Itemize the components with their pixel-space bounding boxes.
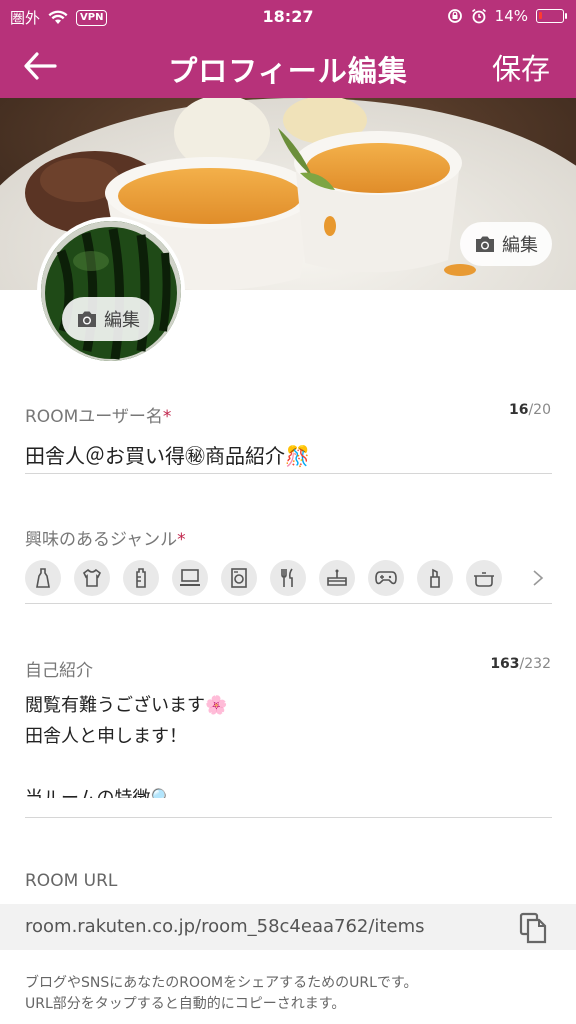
genre-label: 興味のあるジャンル* — [25, 530, 186, 550]
cake-icon — [327, 569, 347, 586]
genre-games[interactable] — [368, 560, 404, 596]
url-label: ROOM URL — [25, 871, 118, 891]
washing-machine-icon — [231, 568, 247, 588]
camera-icon — [78, 311, 96, 327]
intro-line: 田舎人と申します！ — [25, 726, 187, 747]
intro-textarea[interactable]: 閲覧有難うございます🌸 田舎人と申します！ 当ルームの特徴🔍 — [25, 690, 552, 798]
genre-kitchen[interactable] — [466, 560, 502, 596]
cover-edit-button[interactable]: 編集 — [460, 222, 552, 266]
intro-line: 当ルームの特徴🔍 — [25, 783, 552, 798]
avatar-edit-label: 編集 — [104, 310, 140, 331]
required-mark: * — [162, 407, 172, 427]
genre-mens[interactable] — [74, 560, 110, 596]
genre-beauty[interactable] — [417, 560, 453, 596]
battery-percent: 14% — [494, 7, 528, 25]
intro-line: 閲覧有難うございます🌸 — [25, 695, 228, 716]
avatar-edit-button[interactable]: 編集 — [62, 297, 154, 341]
username-counter: 16/20 — [508, 402, 551, 418]
intro-line — [25, 752, 552, 783]
rotation-lock-icon — [447, 9, 462, 23]
battery-icon — [536, 9, 567, 23]
divider — [25, 603, 552, 604]
top-bar: 圏外 VPN 18:27 14% プロフィール編集 保存 — [0, 0, 576, 98]
nav-bar: プロフィール編集 保存 — [0, 34, 576, 98]
pot-icon — [474, 572, 494, 587]
genre-food[interactable] — [270, 560, 306, 596]
status-bar: 圏外 VPN 18:27 14% — [0, 0, 576, 34]
chevron-right-icon[interactable] — [532, 569, 544, 587]
divider — [25, 473, 552, 474]
lipstick-icon — [430, 568, 440, 588]
intro-counter: 163/232 — [490, 656, 551, 672]
username-label: ROOMユーザー名* — [25, 407, 172, 427]
genre-sweets[interactable] — [319, 560, 355, 596]
page-title: プロフィール編集 — [168, 54, 408, 88]
url-note: ブログやSNSにあなたのROOMをシェアするためのURLです。 URL部分をタッ… — [25, 975, 418, 1012]
divider — [25, 817, 552, 818]
genre-fashion[interactable] — [25, 560, 61, 596]
genre-baby[interactable] — [123, 560, 159, 596]
save-button[interactable]: 保存 — [492, 46, 550, 88]
cover-edit-label: 編集 — [502, 235, 538, 256]
intro-label: 自己紹介 — [25, 661, 93, 681]
camera-icon — [476, 236, 494, 252]
url-value[interactable]: room.rakuten.co.jp/room_58c4eaa762/items — [25, 916, 424, 937]
genre-appliance[interactable] — [221, 560, 257, 596]
genre-pc[interactable] — [172, 560, 208, 596]
baby-bottle-icon — [136, 568, 146, 588]
cutlery-icon — [281, 568, 293, 587]
genre-selector[interactable] — [25, 558, 552, 598]
copy-icon[interactable] — [518, 912, 548, 944]
dress-icon — [36, 568, 50, 588]
username-input[interactable]: 田舎人＠お買い得㊙商品紹介🎊 — [25, 440, 310, 469]
required-mark: * — [177, 530, 186, 550]
shirt-icon — [82, 568, 102, 587]
url-field[interactable]: room.rakuten.co.jp/room_58c4eaa762/items — [0, 904, 576, 950]
alarm-icon — [471, 8, 486, 24]
avatar[interactable] — [37, 217, 185, 365]
gamepad-icon — [375, 571, 397, 585]
computer-icon — [180, 569, 200, 586]
